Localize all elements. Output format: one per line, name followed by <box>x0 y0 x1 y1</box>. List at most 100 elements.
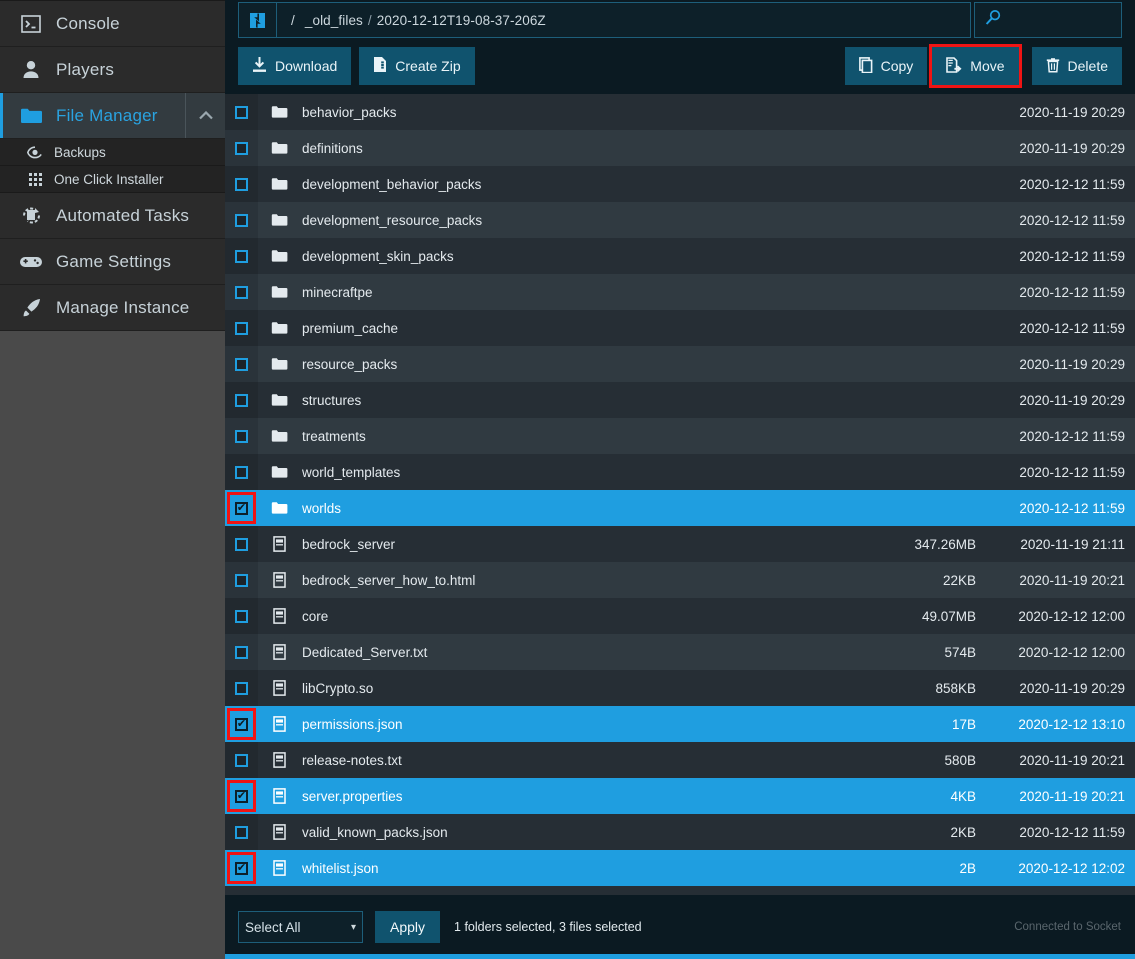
table-row[interactable]: treatments 2020-12-12 11:59 <box>225 418 1135 454</box>
checkbox-unchecked[interactable] <box>235 213 248 227</box>
checkbox-unchecked[interactable] <box>235 177 248 191</box>
row-checkbox-cell[interactable] <box>225 94 258 130</box>
chevron-up-icon[interactable] <box>185 93 225 138</box>
table-row[interactable]: ✔ worlds 2020-12-12 11:59 <box>225 490 1135 526</box>
file-name[interactable]: development_behavior_packs <box>296 177 840 192</box>
row-checkbox-cell[interactable] <box>225 382 258 418</box>
file-name[interactable]: world_templates <box>296 465 840 480</box>
table-row[interactable]: premium_cache 2020-12-12 11:59 <box>225 310 1135 346</box>
checkbox-checked[interactable]: ✔ <box>235 861 248 875</box>
checkbox-unchecked[interactable] <box>235 393 248 407</box>
row-checkbox-cell[interactable] <box>225 310 258 346</box>
checkbox-checked[interactable]: ✔ <box>235 717 248 731</box>
row-checkbox-cell[interactable]: ✔ <box>225 850 258 886</box>
table-row[interactable]: Dedicated_Server.txt 574B 2020-12-12 12:00 <box>225 634 1135 670</box>
row-checkbox-cell[interactable]: ✔ <box>225 706 258 742</box>
table-row[interactable]: behavior_packs 2020-11-19 20:29 <box>225 94 1135 130</box>
table-row[interactable]: libCrypto.so 858KB 2020-11-19 20:29 <box>225 670 1135 706</box>
file-name[interactable]: bedrock_server_how_to.html <box>296 573 840 588</box>
download-button[interactable]: Download <box>238 47 352 85</box>
table-row[interactable]: core 49.07MB 2020-12-12 12:00 <box>225 598 1135 634</box>
checkbox-checked[interactable]: ✔ <box>235 501 248 515</box>
breadcrumb-segment-0[interactable]: _old_files <box>295 13 363 28</box>
file-name[interactable]: core <box>296 609 840 624</box>
row-checkbox-cell[interactable] <box>225 526 258 562</box>
table-row[interactable]: valid_known_packs.json 2KB 2020-12-12 11:5… <box>225 814 1135 850</box>
file-name[interactable]: premium_cache <box>296 321 840 336</box>
file-name[interactable]: bedrock_server <box>296 537 840 552</box>
checkbox-unchecked[interactable] <box>235 321 248 335</box>
table-row[interactable]: release-notes.txt 580B 2020-11-19 20:21 <box>225 742 1135 778</box>
delete-button[interactable]: Delete <box>1031 47 1122 85</box>
table-row[interactable]: development_skin_packs 2020-12-12 11:59 <box>225 238 1135 274</box>
row-checkbox-cell[interactable] <box>225 418 258 454</box>
sidebar-item-file-manager[interactable]: File Manager <box>0 93 225 139</box>
move-button[interactable]: Move <box>932 47 1019 85</box>
row-checkbox-cell[interactable] <box>225 274 258 310</box>
table-row[interactable]: ✔ whitelist.json 2B 2020-12-12 12:02 <box>225 850 1135 886</box>
row-checkbox-cell[interactable] <box>225 562 258 598</box>
file-name[interactable]: whitelist.json <box>296 861 840 876</box>
checkbox-checked[interactable]: ✔ <box>235 789 248 803</box>
refresh-icon[interactable] <box>239 3 277 37</box>
sidebar-item-backups[interactable]: Backups <box>0 139 225 166</box>
checkbox-unchecked[interactable] <box>235 465 248 479</box>
table-row[interactable]: ✔ permissions.json 17B 2020-12-12 13:10 <box>225 706 1135 742</box>
file-name[interactable]: definitions <box>296 141 840 156</box>
table-row[interactable]: development_behavior_packs 2020-12-12 11:… <box>225 166 1135 202</box>
sidebar-item-automated-tasks[interactable]: Automated Tasks <box>0 193 225 239</box>
row-checkbox-cell[interactable]: ✔ <box>225 490 258 526</box>
checkbox-unchecked[interactable] <box>235 285 248 299</box>
table-row[interactable]: ✔ server.properties 4KB 2020-11-19 20:21 <box>225 778 1135 814</box>
create-zip-button[interactable]: Create Zip <box>359 47 475 85</box>
checkbox-unchecked[interactable] <box>235 645 248 659</box>
sidebar-item-game-settings[interactable]: Game Settings <box>0 239 225 285</box>
row-checkbox-cell[interactable] <box>225 814 258 850</box>
file-name[interactable]: structures <box>296 393 840 408</box>
file-name[interactable]: worlds <box>296 501 840 516</box>
select-all-dropdown[interactable]: Select All ▾ <box>238 911 363 943</box>
row-checkbox-cell[interactable] <box>225 166 258 202</box>
file-name[interactable]: behavior_packs <box>296 105 840 120</box>
file-name[interactable]: minecraftpe <box>296 285 840 300</box>
checkbox-unchecked[interactable] <box>235 357 248 371</box>
search-input[interactable] <box>974 2 1122 38</box>
row-checkbox-cell[interactable] <box>225 634 258 670</box>
file-name[interactable]: release-notes.txt <box>296 753 840 768</box>
table-row[interactable]: development_resource_packs 2020-12-12 11:… <box>225 202 1135 238</box>
table-row[interactable]: bedrock_server 347.26MB 2020-11-19 21:11 <box>225 526 1135 562</box>
checkbox-unchecked[interactable] <box>235 681 248 695</box>
file-name[interactable]: resource_packs <box>296 357 840 372</box>
checkbox-unchecked[interactable] <box>235 141 248 155</box>
row-checkbox-cell[interactable] <box>225 130 258 166</box>
sidebar-item-one-click-installer[interactable]: One Click Installer <box>0 166 225 193</box>
row-checkbox-cell[interactable] <box>225 742 258 778</box>
checkbox-unchecked[interactable] <box>235 105 248 119</box>
table-row[interactable]: world_templates 2020-12-12 11:59 <box>225 454 1135 490</box>
sidebar-item-players[interactable]: Players <box>0 47 225 93</box>
checkbox-unchecked[interactable] <box>235 537 248 551</box>
row-checkbox-cell[interactable] <box>225 670 258 706</box>
file-name[interactable]: development_resource_packs <box>296 213 840 228</box>
file-name[interactable]: libCrypto.so <box>296 681 840 696</box>
checkbox-unchecked[interactable] <box>235 249 248 263</box>
checkbox-unchecked[interactable] <box>235 573 248 587</box>
table-row[interactable]: definitions 2020-11-19 20:29 <box>225 130 1135 166</box>
file-name[interactable]: Dedicated_Server.txt <box>296 645 840 660</box>
apply-button[interactable]: Apply <box>375 911 441 943</box>
checkbox-unchecked[interactable] <box>235 609 248 623</box>
table-row[interactable]: minecraftpe 2020-12-12 11:59 <box>225 274 1135 310</box>
row-checkbox-cell[interactable] <box>225 238 258 274</box>
row-checkbox-cell[interactable] <box>225 202 258 238</box>
checkbox-unchecked[interactable] <box>235 825 248 839</box>
row-checkbox-cell[interactable] <box>225 346 258 382</box>
row-checkbox-cell[interactable]: ✔ <box>225 778 258 814</box>
breadcrumb-segment-1[interactable]: 2020-12-12T19-08-37-206Z <box>377 13 546 28</box>
sidebar-item-manage-instance[interactable]: Manage Instance <box>0 285 225 331</box>
row-checkbox-cell[interactable] <box>225 454 258 490</box>
table-row[interactable]: bedrock_server_how_to.html 22KB 2020-11-19… <box>225 562 1135 598</box>
file-name[interactable]: treatments <box>296 429 840 444</box>
table-row[interactable]: structures 2020-11-19 20:29 <box>225 382 1135 418</box>
row-checkbox-cell[interactable] <box>225 598 258 634</box>
checkbox-unchecked[interactable] <box>235 753 248 767</box>
